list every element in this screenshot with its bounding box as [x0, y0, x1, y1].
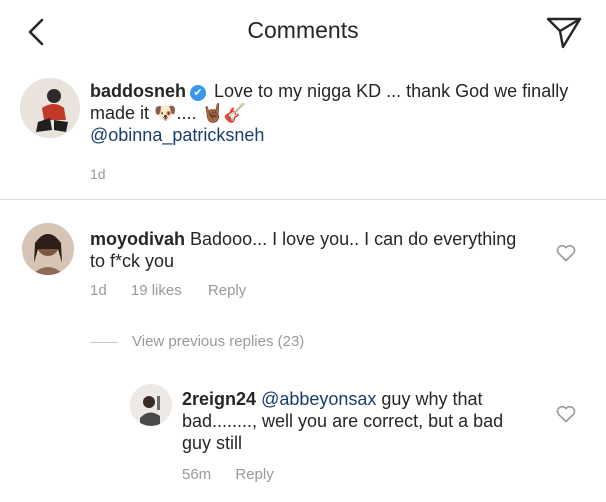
verified-badge-icon: ✔	[190, 85, 207, 101]
caption-text: baddosneh ✔ Love to my nigga KD ... thank…	[90, 80, 570, 146]
share-button[interactable]	[544, 12, 584, 52]
divider	[0, 199, 606, 200]
comment-timestamp: 1d	[90, 282, 107, 299]
dog-emoji-icon: 🐶	[154, 103, 177, 123]
post-caption: baddosneh ✔ Love to my nigga KD ... thank…	[0, 64, 606, 196]
paper-plane-icon	[546, 17, 582, 49]
caption-ellipsis: ....	[176, 103, 197, 123]
reply-button[interactable]: Reply	[208, 282, 246, 299]
like-button[interactable]	[556, 405, 576, 423]
user-photo-icon	[20, 78, 80, 138]
rock-hand-emoji-icon: 🤘🏾	[201, 103, 224, 123]
header-bar: Comments	[0, 0, 606, 64]
guitar-emoji-icon: 🎸	[223, 103, 247, 123]
comment-meta: 1d 19 likes Reply	[90, 282, 246, 299]
caption-timestamp: 1d	[90, 166, 106, 182]
reply-mention[interactable]: @abbeyonsax	[261, 389, 376, 409]
likes-count[interactable]: 19 likes	[131, 282, 182, 299]
avatar[interactable]	[22, 223, 74, 275]
caption-mention[interactable]: @obinna_patricksneh	[90, 125, 264, 145]
thread-line	[90, 341, 118, 343]
view-previous-replies-button[interactable]: View previous replies (23)	[90, 333, 304, 350]
like-button[interactable]	[556, 244, 576, 262]
page-title: Comments	[247, 17, 359, 43]
avatar[interactable]	[20, 78, 80, 138]
heart-icon	[556, 405, 576, 423]
comment-text: moyodivah Badooo... I love you.. I can d…	[90, 228, 530, 272]
reply-button[interactable]: Reply	[235, 466, 273, 483]
avatar[interactable]	[130, 384, 172, 426]
reply-username[interactable]: 2reign24	[182, 389, 256, 409]
view-previous-label: View previous replies (23)	[132, 333, 305, 350]
heart-icon	[556, 244, 576, 262]
caption-username[interactable]: baddosneh	[90, 81, 186, 101]
reply-timestamp: 56m	[182, 466, 212, 483]
user-photo-icon	[130, 384, 172, 426]
user-photo-icon	[22, 223, 74, 275]
reply-text: 2reign24 @abbeyonsax guy why that bad...…	[182, 388, 512, 454]
reply-meta: 56m Reply	[182, 466, 274, 483]
comment-username[interactable]: moyodivah	[90, 229, 185, 249]
